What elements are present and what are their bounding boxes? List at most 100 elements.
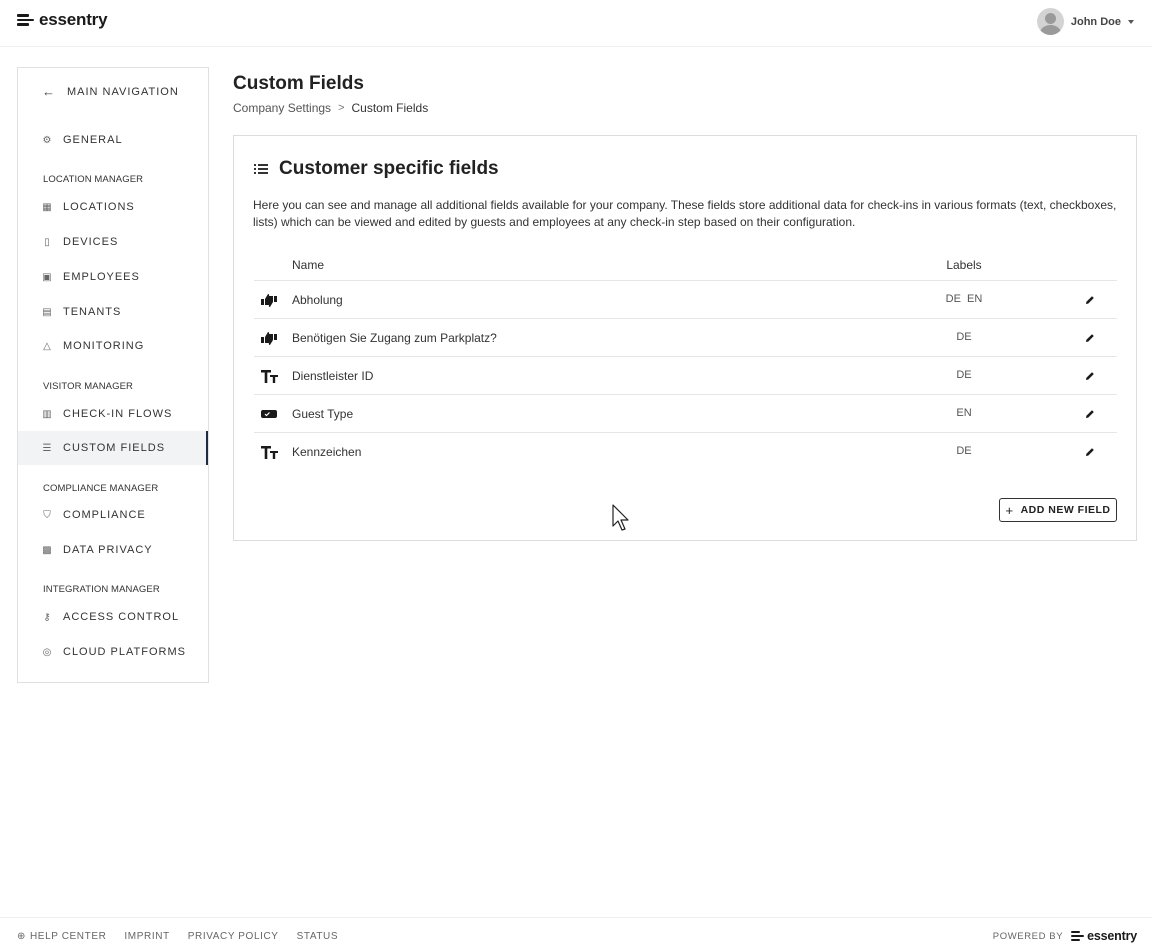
mouse-cursor-icon [612,504,632,539]
sidebar-item-label: MONITORING [63,340,145,352]
bell-icon: △ [43,340,52,352]
breadcrumb-company-settings[interactable]: Company Settings [233,101,331,115]
sidebar-item-label: LOCATIONS [63,201,135,213]
custom-fields-card: Customer specific fields Here you can se… [233,135,1137,541]
section-integration-manager: INTEGRATION MANAGER [43,584,160,595]
field-name: Kennzeichen [292,445,362,459]
section-compliance-manager: COMPLIANCE MANAGER [43,483,159,494]
user-menu[interactable]: John Doe [1036,8,1134,35]
devices-icon: ▯ [44,236,51,248]
avatar [1036,8,1064,35]
sidebar-item-locations[interactable]: ▦ LOCATIONS [18,190,208,224]
checkbox-type-icon [260,406,278,422]
building-icon: ▦ [42,201,53,213]
sidebar-item-employees[interactable]: ▣ EMPLOYEES [18,260,208,294]
column-header-labels: Labels [946,258,982,272]
sidebar-item-label: COMPLIANCE [63,509,146,521]
powered-by: POWERED BY essentry [993,929,1137,943]
table-row[interactable]: Dienstleister ID DE [254,356,1117,394]
plus-icon: + [1005,502,1014,518]
footer: ⊕ HELP CENTER IMPRINT PRIVACY POLICY STAT… [0,917,1152,952]
sidebar-item-devices[interactable]: ▯ DEVICES [18,225,208,259]
field-labels: DE [956,445,972,457]
pencil-icon[interactable] [1082,406,1098,422]
help-center-label: HELP CENTER [29,931,107,942]
footer-logo-text: essentry [1087,929,1137,943]
section-visitor-manager: VISITOR MANAGER [43,381,134,392]
add-new-field-button[interactable]: + ADD NEW FIELD [999,498,1117,522]
arrow-left-icon: ← [42,84,56,99]
section-location-manager: LOCATION MANAGER [43,174,144,185]
thumbs-icon [260,292,278,308]
field-labels: DE [956,369,972,381]
lock-file-icon: ▩ [42,544,53,556]
table-row[interactable]: Guest Type EN [254,394,1117,432]
list-icon: ☰ [42,442,53,454]
list-icon [254,164,268,174]
field-name: Abholung [292,293,343,307]
field-name: Guest Type [292,407,354,421]
breadcrumb: Company Settings > Custom Fields [233,101,428,115]
thumbs-icon [260,330,278,346]
sidebar-item-label: EMPLOYEES [63,271,140,283]
briefcase-icon: ▤ [42,306,53,318]
gear-icon: ⚙ [42,134,53,146]
card-title: Customer specific fields [279,158,499,179]
card-header: Customer specific fields [254,158,499,180]
text-type-icon [260,444,278,460]
sidebar-item-monitoring[interactable]: △ MONITORING [18,329,208,363]
table-row[interactable]: Abholung DE EN [254,280,1117,318]
main-navigation-back-link[interactable]: ← MAIN NAVIGATION [42,84,179,99]
sidebar-item-checkin-flows[interactable]: ▥ CHECK-IN FLOWS [18,397,208,431]
pencil-icon[interactable] [1082,330,1098,346]
field-name: Dienstleister ID [292,369,374,383]
sidebar: ← MAIN NAVIGATION ⚙ GENERAL LOCATION MAN… [17,67,209,683]
footer-links: ⊕ HELP CENTER IMPRINT PRIVACY POLICY STAT… [17,931,356,942]
sidebar-item-label: ACCESS CONTROL [63,611,180,623]
main-navigation-label: MAIN NAVIGATION [67,85,179,98]
pencil-icon[interactable] [1082,368,1098,384]
logo[interactable]: essentry [17,10,108,30]
sidebar-item-label: CUSTOM FIELDS [63,442,166,454]
logo-mark-icon [1071,931,1085,941]
status-link[interactable]: STATUS [297,931,339,942]
pencil-icon[interactable] [1082,444,1098,460]
sidebar-item-general[interactable]: ⚙ GENERAL [18,123,208,157]
field-labels: DE [956,331,972,343]
sidebar-item-tenants[interactable]: ▤ TENANTS [18,295,208,329]
field-name: Benötigen Sie Zugang zum Parkplatz? [292,331,497,345]
pencil-icon[interactable] [1082,292,1098,308]
sidebar-item-label: DEVICES [63,236,119,248]
user-name: John Doe [1070,15,1121,28]
logo-mark-icon [17,13,35,27]
logo-text: essentry [39,10,108,29]
imprint-link[interactable]: IMPRINT [124,931,169,942]
globe-icon: ⊕ [17,931,26,942]
help-center-link[interactable]: ⊕ HELP CENTER [17,931,106,942]
sidebar-item-access-control[interactable]: ⚷ ACCESS CONTROL [18,600,208,634]
sidebar-item-label: CLOUD PLATFORMS [63,646,186,658]
sidebar-item-label: CHECK-IN FLOWS [63,408,173,420]
card-description: Here you can see and manage all addition… [253,198,1117,229]
sidebar-item-label: TENANTS [63,306,122,318]
sidebar-item-custom-fields[interactable]: ☰ CUSTOM FIELDS [18,431,208,465]
sidebar-item-data-privacy[interactable]: ▩ DATA PRIVACY [18,533,208,567]
field-labels: DE EN [945,293,983,305]
table-row[interactable]: Benötigen Sie Zugang zum Parkplatz? DE [254,318,1117,356]
sidebar-item-compliance[interactable]: ⛉ COMPLIANCE [18,498,208,532]
shield-icon: ⛉ [43,509,52,521]
column-header-name: Name [292,258,325,272]
breadcrumb-current: Custom Fields [351,101,429,115]
sidebar-item-cloud-platforms[interactable]: ◎ CLOUD PLATFORMS [18,635,208,669]
page-title: Custom Fields [233,73,364,94]
privacy-policy-link[interactable]: PRIVACY POLICY [188,931,279,942]
key-icon: ⚷ [43,611,52,623]
sidebar-item-label: DATA PRIVACY [63,544,153,556]
top-bar: essentry John Doe [0,0,1152,47]
sidebar-item-label: GENERAL [63,134,123,146]
clipboard-icon: ▥ [42,408,53,420]
breadcrumb-separator: > [338,102,345,114]
field-labels: EN [956,407,972,419]
add-new-field-label: ADD NEW FIELD [1020,504,1111,516]
table-row[interactable]: Kennzeichen DE [254,432,1117,470]
